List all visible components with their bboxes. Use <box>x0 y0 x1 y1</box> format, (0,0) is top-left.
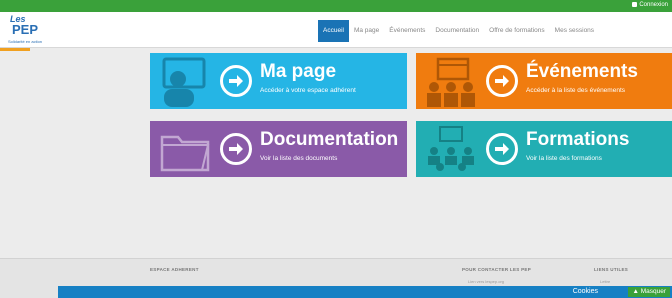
arrow-right-icon <box>486 65 518 97</box>
connexion-label[interactable]: Connexion <box>639 2 668 8</box>
tile-formations[interactable]: Formations Voir la liste des formations <box>416 121 672 177</box>
tile-ma-page[interactable]: Ma page Accéder à votre espace adhérent <box>150 53 407 109</box>
tile-subtitle: Voir la liste des documents <box>260 155 338 162</box>
tile-subtitle: Accéder à la liste des événements <box>526 87 625 94</box>
nav-item-ma-page[interactable]: Ma page <box>349 20 384 42</box>
arrow-right-icon <box>220 133 252 165</box>
footer-link-lettre[interactable]: Lettre <box>600 279 610 284</box>
nav-item-sessions[interactable]: Mes sessions <box>550 20 599 42</box>
tile-title: Documentation <box>260 129 399 150</box>
calendar-people-icon <box>427 57 475 107</box>
footer-col-contact: POUR CONTACTER LES PEP <box>462 267 532 272</box>
tile-title: Formations <box>526 129 630 150</box>
training-group-icon <box>428 126 474 171</box>
footer-col-liens-utiles: LIENS UTILES <box>594 267 629 272</box>
tile-title: Événements <box>526 61 638 82</box>
main-nav: Accueil Ma page Événements Documentation… <box>318 20 599 42</box>
nav-item-formations[interactable]: Offre de formations <box>484 20 550 42</box>
nav-item-evenements[interactable]: Événements <box>384 20 430 42</box>
logo-text-2: PEP <box>12 22 39 37</box>
tile-title: Ma page <box>260 61 337 82</box>
lock-icon <box>632 2 638 7</box>
arrow-right-icon <box>486 133 518 165</box>
hide-button[interactable]: ▲ Masquer <box>628 287 670 297</box>
footer-col-espace-adherent: ESPACE ADHERENT <box>150 267 199 272</box>
hide-button-label[interactable]: Masquer <box>641 288 666 295</box>
nav-item-accueil[interactable]: Accueil <box>318 20 349 42</box>
connexion-link[interactable]: Connexion <box>632 2 668 8</box>
cookie-banner: Cookies ▲ Masquer <box>58 286 672 298</box>
accent-bar <box>0 48 30 51</box>
folder-icon <box>160 135 210 172</box>
nav-item-documentation[interactable]: Documentation <box>430 20 484 42</box>
tile-subtitle: Voir la liste des formations <box>526 155 602 162</box>
top-status-bar: Connexion <box>0 0 672 12</box>
tile-documentation[interactable]: Documentation Voir la liste des document… <box>150 121 407 177</box>
tile-subtitle: Accéder à votre espace adhérent <box>260 87 356 94</box>
tile-evenements[interactable]: Événements Accéder à la liste des événem… <box>416 53 672 109</box>
footer-link-lespep[interactable]: Lien vers lespep.org <box>468 279 504 284</box>
arrow-right-icon <box>220 65 252 97</box>
logo[interactable]: Les PEP Solidarité en action <box>8 14 44 46</box>
site-header: Les PEP Solidarité en action Accueil Ma … <box>0 12 672 48</box>
logo-tagline: Solidarité en action <box>8 39 43 44</box>
cookie-label: Cookies <box>572 288 598 295</box>
person-screen-icon <box>162 57 206 107</box>
